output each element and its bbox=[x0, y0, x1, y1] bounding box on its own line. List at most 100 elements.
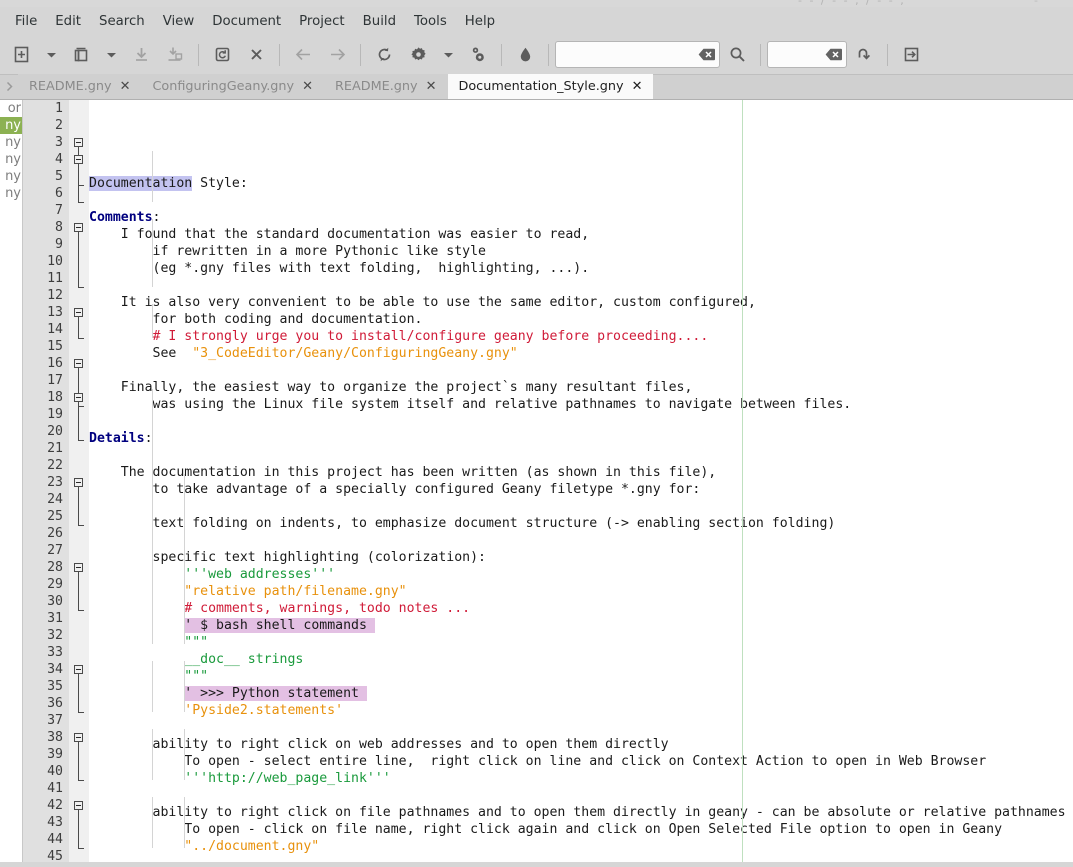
goto-line-button[interactable] bbox=[847, 39, 881, 71]
quit-button[interactable] bbox=[894, 39, 928, 71]
code-line[interactable]: Comments: bbox=[89, 209, 1073, 226]
compile-button[interactable] bbox=[367, 39, 401, 71]
tab-configuringgeany[interactable]: ConfiguringGeany.gny ✕ bbox=[142, 74, 325, 99]
code-line[interactable] bbox=[89, 362, 1073, 379]
code-line[interactable] bbox=[89, 532, 1073, 549]
menu-file[interactable]: File bbox=[6, 11, 46, 32]
fold-toggle-icon[interactable] bbox=[74, 665, 83, 674]
menu-edit[interactable]: Edit bbox=[46, 11, 90, 32]
code-line[interactable] bbox=[89, 498, 1073, 515]
open-document-button[interactable] bbox=[64, 39, 98, 71]
code-line[interactable]: text folding on indents, to emphasize do… bbox=[89, 515, 1073, 532]
sidebar-document-row[interactable]: ny bbox=[0, 134, 22, 151]
code-line[interactable]: See "3_CodeEditor/Geany/ConfiguringGeany… bbox=[89, 345, 1073, 362]
sidebar-documents-panel[interactable]: ornynynynyny bbox=[0, 100, 23, 862]
code-line[interactable] bbox=[89, 855, 1073, 862]
code-line[interactable]: Documentation Style: bbox=[89, 175, 1073, 192]
code-line[interactable]: was using the Linux file system itself a… bbox=[89, 396, 1073, 413]
code-line[interactable]: To open - click on file name, right clic… bbox=[89, 821, 1073, 838]
code-line[interactable]: # I strongly urge you to install/configu… bbox=[89, 328, 1073, 345]
tab-close-icon[interactable]: ✕ bbox=[426, 80, 437, 93]
code-line[interactable] bbox=[89, 277, 1073, 294]
code-line[interactable] bbox=[89, 719, 1073, 736]
code-line[interactable]: ability to right click on file pathnames… bbox=[89, 804, 1073, 821]
menu-view[interactable]: View bbox=[154, 11, 204, 32]
code-line[interactable] bbox=[89, 413, 1073, 430]
code-line[interactable]: if rewritten in a more Pythonic like sty… bbox=[89, 243, 1073, 260]
search-field[interactable] bbox=[555, 41, 720, 68]
fold-toggle-icon[interactable] bbox=[74, 155, 83, 164]
new-document-dropdown[interactable] bbox=[38, 39, 64, 71]
code-line[interactable] bbox=[89, 447, 1073, 464]
code-line[interactable]: To open - select entire line, right clic… bbox=[89, 753, 1073, 770]
goto-line-field[interactable] bbox=[767, 41, 847, 68]
search-go-button[interactable] bbox=[720, 39, 754, 71]
build-options-button[interactable] bbox=[461, 39, 495, 71]
code-line[interactable]: # comments, warnings, todo notes ... bbox=[89, 600, 1073, 617]
code-line[interactable]: (eg *.gny files with text folding, highl… bbox=[89, 260, 1073, 277]
code-line[interactable]: ability to right click on web addresses … bbox=[89, 736, 1073, 753]
code-line[interactable]: ' >>> Python statement bbox=[89, 685, 1073, 702]
code-line[interactable]: '''web addresses''' bbox=[89, 566, 1073, 583]
code-line[interactable]: It is also very convenient to be able to… bbox=[89, 294, 1073, 311]
close-document-button[interactable] bbox=[239, 39, 273, 71]
code-line[interactable]: "../document.gny" bbox=[89, 838, 1073, 855]
color-picker-button[interactable] bbox=[508, 39, 542, 71]
code-line[interactable] bbox=[89, 787, 1073, 804]
navigate-forward-button[interactable] bbox=[320, 39, 354, 71]
editor-pane[interactable]: 1234567891011121314151617181920212223242… bbox=[23, 100, 1073, 862]
code-line[interactable]: The documentation in this project has be… bbox=[89, 464, 1073, 481]
save-button[interactable] bbox=[124, 39, 158, 71]
fold-toggle-icon[interactable] bbox=[74, 393, 83, 402]
sidebar-document-row[interactable]: ny bbox=[0, 168, 22, 185]
fold-toggle-icon[interactable] bbox=[74, 733, 83, 742]
revert-button[interactable] bbox=[205, 39, 239, 71]
menu-help[interactable]: Help bbox=[456, 11, 504, 32]
menu-tools[interactable]: Tools bbox=[405, 11, 456, 32]
tab-close-icon[interactable]: ✕ bbox=[302, 80, 313, 93]
fold-toggle-icon[interactable] bbox=[74, 359, 83, 368]
code-line[interactable]: """ bbox=[89, 668, 1073, 685]
code-line[interactable] bbox=[89, 192, 1073, 209]
sidebar-document-row[interactable]: ny bbox=[0, 117, 22, 134]
fold-toggle-icon[interactable] bbox=[74, 478, 83, 487]
search-input[interactable] bbox=[560, 48, 698, 62]
search-clear-button[interactable] bbox=[698, 48, 715, 62]
code-line[interactable]: """ bbox=[89, 634, 1073, 651]
tab-close-icon[interactable]: ✕ bbox=[632, 80, 643, 93]
fold-toggle-icon[interactable] bbox=[74, 138, 83, 147]
sidebar-document-row[interactable]: ny bbox=[0, 151, 22, 168]
menu-document[interactable]: Document bbox=[203, 11, 290, 32]
sidebar-document-row[interactable]: ny bbox=[0, 185, 22, 202]
code-line[interactable]: to take advantage of a specially configu… bbox=[89, 481, 1073, 498]
code-line[interactable]: "relative path/filename.gny" bbox=[89, 583, 1073, 600]
code-folding-gutter[interactable] bbox=[69, 100, 89, 862]
fold-toggle-icon[interactable] bbox=[74, 223, 83, 232]
tab-readme-2[interactable]: README.gny ✕ bbox=[324, 74, 448, 99]
code-line[interactable]: __doc__ strings bbox=[89, 651, 1073, 668]
goto-clear-button[interactable] bbox=[825, 48, 842, 62]
tab-close-icon[interactable]: ✕ bbox=[120, 80, 131, 93]
save-all-button[interactable] bbox=[158, 39, 192, 71]
code-line[interactable]: Finally, the easiest way to organize the… bbox=[89, 379, 1073, 396]
fold-toggle-icon[interactable] bbox=[74, 801, 83, 810]
sidebar-document-row[interactable]: or bbox=[0, 100, 22, 117]
menu-build[interactable]: Build bbox=[354, 11, 405, 32]
fold-toggle-icon[interactable] bbox=[74, 308, 83, 317]
goto-line-input[interactable] bbox=[772, 48, 825, 62]
code-line[interactable]: 'Pyside2.statements' bbox=[89, 702, 1073, 719]
tab-scroll-right-button[interactable] bbox=[0, 74, 18, 99]
menu-search[interactable]: Search bbox=[90, 11, 154, 32]
code-line[interactable]: specific text highlighting (colorization… bbox=[89, 549, 1073, 566]
tab-documentation-style[interactable]: Documentation_Style.gny ✕ bbox=[448, 74, 654, 99]
code-line[interactable]: I found that the standard documentation … bbox=[89, 226, 1073, 243]
build-dropdown[interactable] bbox=[435, 39, 461, 71]
navigate-back-button[interactable] bbox=[286, 39, 320, 71]
editor-text-area[interactable]: Documentation Style: Comments: I found t… bbox=[89, 100, 1073, 862]
build-button[interactable] bbox=[401, 39, 435, 71]
code-line[interactable]: for both coding and documentation. bbox=[89, 311, 1073, 328]
code-line[interactable]: Details: bbox=[89, 430, 1073, 447]
open-document-dropdown[interactable] bbox=[98, 39, 124, 71]
menu-project[interactable]: Project bbox=[290, 11, 354, 32]
new-document-button[interactable] bbox=[4, 39, 38, 71]
